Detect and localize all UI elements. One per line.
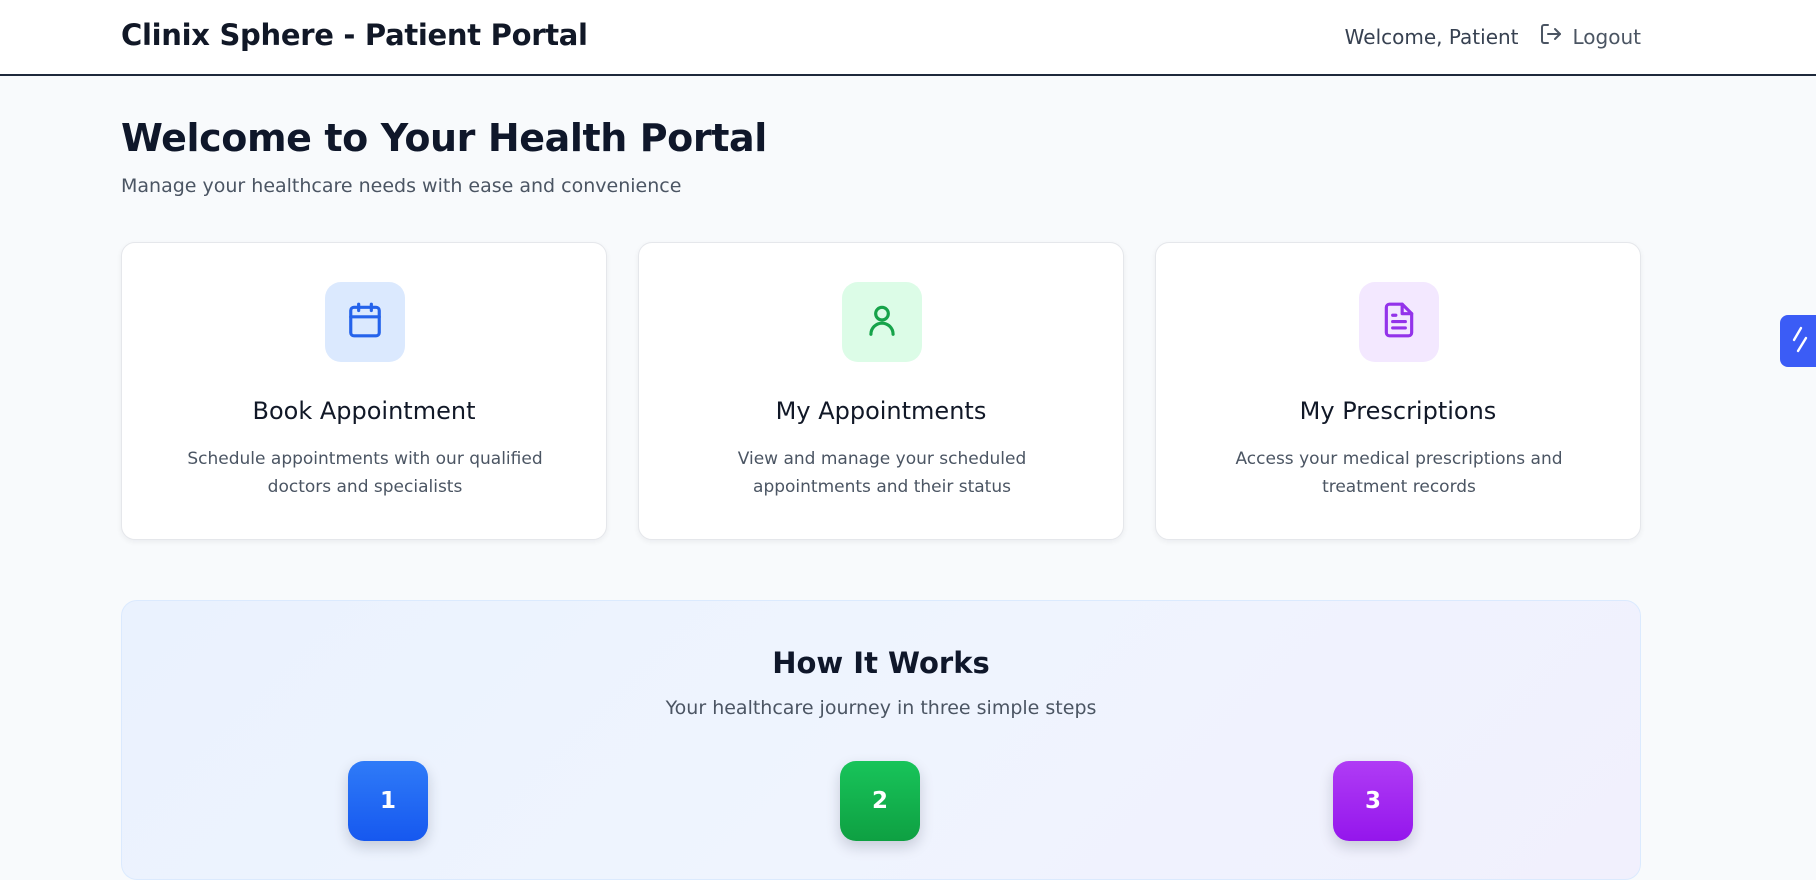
top-header: Clinix Sphere - Patient Portal Welcome, … bbox=[0, 0, 1816, 76]
welcome-message: Welcome, Patient bbox=[1344, 24, 1519, 49]
section-title: How It Works bbox=[772, 646, 990, 680]
book-appointment-card[interactable]: Book Appointment Schedule appointments w… bbox=[121, 242, 607, 540]
card-description: Access your medical prescriptions and tr… bbox=[1235, 449, 1563, 497]
my-prescriptions-card[interactable]: My Prescriptions Access your medical pre… bbox=[1155, 242, 1641, 540]
how-it-works-section: How It Works Your healthcare journey in … bbox=[121, 600, 1641, 880]
card-description: Schedule appointments with our qualified… bbox=[187, 449, 543, 497]
card-title: My Appointments bbox=[775, 397, 987, 425]
calendar-icon bbox=[346, 301, 384, 343]
card-title: Book Appointment bbox=[252, 397, 476, 425]
page-title: Welcome to Your Health Portal bbox=[121, 116, 767, 160]
logout-label: Logout bbox=[1572, 24, 1641, 49]
section-subtitle: Your healthcare journey in three simple … bbox=[665, 697, 1097, 719]
document-icon bbox=[1380, 301, 1418, 343]
app-title: Clinix Sphere - Patient Portal bbox=[121, 18, 588, 52]
logout-button[interactable]: Logout bbox=[1539, 22, 1641, 51]
side-widget-button[interactable] bbox=[1780, 315, 1816, 367]
my-appointments-card[interactable]: My Appointments View and manage your sch… bbox=[638, 242, 1124, 540]
card-icon-container bbox=[325, 282, 405, 362]
step-2-badge: 2 bbox=[840, 761, 920, 841]
card-icon-container bbox=[842, 282, 922, 362]
user-icon bbox=[863, 301, 901, 343]
step-3-badge: 3 bbox=[1333, 761, 1413, 841]
page-subtitle: Manage your healthcare needs with ease a… bbox=[121, 175, 682, 197]
card-icon-container bbox=[1359, 282, 1439, 362]
header-user-area: Welcome, Patient Logout bbox=[1345, 22, 1641, 51]
card-title: My Prescriptions bbox=[1299, 397, 1497, 425]
step-1-badge: 1 bbox=[348, 761, 428, 841]
logout-icon bbox=[1539, 22, 1573, 51]
lightning-icon bbox=[1789, 324, 1811, 358]
card-description: View and manage your scheduled appointme… bbox=[737, 449, 1027, 497]
